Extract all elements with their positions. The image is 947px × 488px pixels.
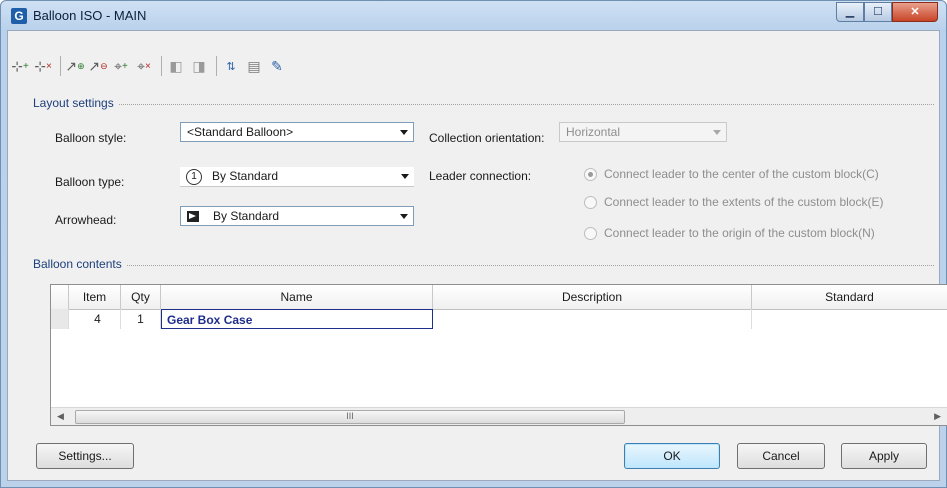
balloon-contents-divider (36, 265, 934, 266)
title-bar[interactable]: G Balloon ISO - MAIN ▁ ☐ ✕ (1, 1, 946, 31)
chevron-down-icon (400, 130, 408, 135)
standard-cell[interactable] (752, 309, 947, 329)
scroll-left-icon[interactable]: ◀ (57, 411, 64, 422)
align-balloons-icon[interactable]: ◧ (166, 56, 186, 76)
maximize-button[interactable]: ☐ (864, 2, 892, 22)
column-header-description[interactable]: Description (433, 285, 752, 309)
toolbar-separator (161, 56, 162, 76)
chevron-down-icon (713, 130, 721, 135)
leader-center-radio[interactable]: Connect leader to the center of the cust… (584, 167, 879, 181)
remove-leader-icon[interactable]: ↗ ⊖ (88, 56, 108, 76)
leader-center-label: Connect leader to the center of the cust… (604, 167, 879, 181)
collection-orientation-value: Horizontal (566, 125, 621, 139)
balloon-type-label: Balloon type: (55, 175, 125, 189)
column-header-item[interactable]: Item (69, 285, 121, 309)
arrowhead-select[interactable]: By Standard (180, 206, 414, 226)
window-title: Balloon ISO - MAIN (33, 8, 147, 23)
scroll-thumb[interactable]: III (75, 410, 625, 424)
qty-cell[interactable]: 1 (121, 309, 161, 329)
window-controls: ▁ ☐ ✕ (836, 2, 938, 22)
edit-balloon-icon[interactable]: ✎ (267, 56, 287, 76)
add-balloon-item-icon[interactable]: ⌖ + (111, 56, 131, 76)
add-balloon-icon[interactable]: ⊹ + (10, 56, 30, 76)
table-row[interactable]: 4 1 Gear Box Case (51, 309, 947, 329)
attach-leader-icon[interactable]: ↗ ⊕ (65, 56, 85, 76)
column-header-standard[interactable]: Standard (752, 285, 947, 309)
ok-button[interactable]: OK (624, 443, 720, 469)
toolbar-separator (216, 56, 217, 76)
collection-orientation-label: Collection orientation: (429, 131, 545, 145)
arrowhead-label: Arrowhead: (55, 213, 117, 227)
arrowhead-value: By Standard (213, 209, 280, 223)
leader-origin-radio[interactable]: Connect leader to the origin of the cust… (584, 226, 875, 240)
balloon-type-value: By Standard (212, 169, 279, 183)
balloon-contents-title: Balloon contents (33, 257, 126, 271)
chevron-down-icon (401, 174, 409, 179)
balloon-number-icon: 1 (186, 168, 202, 185)
table-header: Item Qty Name Description Standard (51, 285, 947, 310)
balloon-style-select[interactable]: <Standard Balloon> (180, 122, 414, 142)
column-header-name[interactable]: Name (161, 285, 433, 309)
leader-extents-label: Connect leader to the extents of the cus… (604, 195, 884, 209)
radio-selected-icon (584, 167, 597, 181)
remove-balloon-icon[interactable]: ⊹ × (33, 56, 53, 76)
item-cell[interactable]: 4 (69, 309, 121, 329)
layout-settings-title: Layout settings (33, 96, 118, 110)
column-header-qty[interactable]: Qty (121, 285, 161, 309)
app-logo-icon: G (11, 8, 27, 24)
balloon-gap-icon[interactable]: ◨ (189, 56, 209, 76)
radio-unselected-icon (584, 226, 597, 240)
row-selector[interactable] (51, 309, 69, 329)
balloon-contents-table[interactable]: Item Qty Name Description Standard 4 1 G… (50, 284, 947, 426)
remove-balloon-item-icon[interactable]: ⌖ × (134, 56, 154, 76)
leader-extents-radio[interactable]: Connect leader to the extents of the cus… (584, 195, 883, 209)
close-button[interactable]: ✕ (892, 2, 938, 22)
collection-orientation-select[interactable]: Horizontal (559, 122, 727, 142)
chevron-down-icon (400, 214, 408, 219)
row-header-corner (51, 285, 69, 309)
balloon-toolbar: ⊹ + ⊹ × ↗ ⊕ ↗ ⊖ ⌖ + ⌖ × ◧ ◨ ⇅ ▤ ✎ (10, 52, 290, 80)
name-cell[interactable]: Gear Box Case (161, 309, 433, 329)
scroll-right-icon[interactable]: ▶ (934, 411, 941, 422)
horizontal-scrollbar[interactable]: ◀ III ▶ (51, 407, 947, 425)
settings-button[interactable]: Settings... (36, 443, 134, 469)
cancel-button[interactable]: Cancel (737, 443, 825, 469)
sort-items-icon[interactable]: ⇅ (221, 56, 241, 76)
description-cell[interactable] (433, 309, 752, 329)
reorder-icon[interactable]: ▤ (244, 56, 264, 76)
balloon-style-value: <Standard Balloon> (187, 125, 294, 139)
arrowhead-icon (187, 211, 199, 223)
layout-settings-divider (36, 104, 934, 105)
leader-connection-label: Leader connection: (429, 169, 532, 183)
balloon-type-select[interactable]: 1 By Standard (180, 167, 414, 187)
apply-button[interactable]: Apply (841, 443, 927, 469)
radio-unselected-icon (584, 195, 597, 209)
toolbar-separator (60, 56, 61, 76)
balloon-style-label: Balloon style: (55, 131, 127, 145)
minimize-button[interactable]: ▁ (836, 2, 864, 22)
leader-origin-label: Connect leader to the origin of the cust… (604, 226, 875, 240)
